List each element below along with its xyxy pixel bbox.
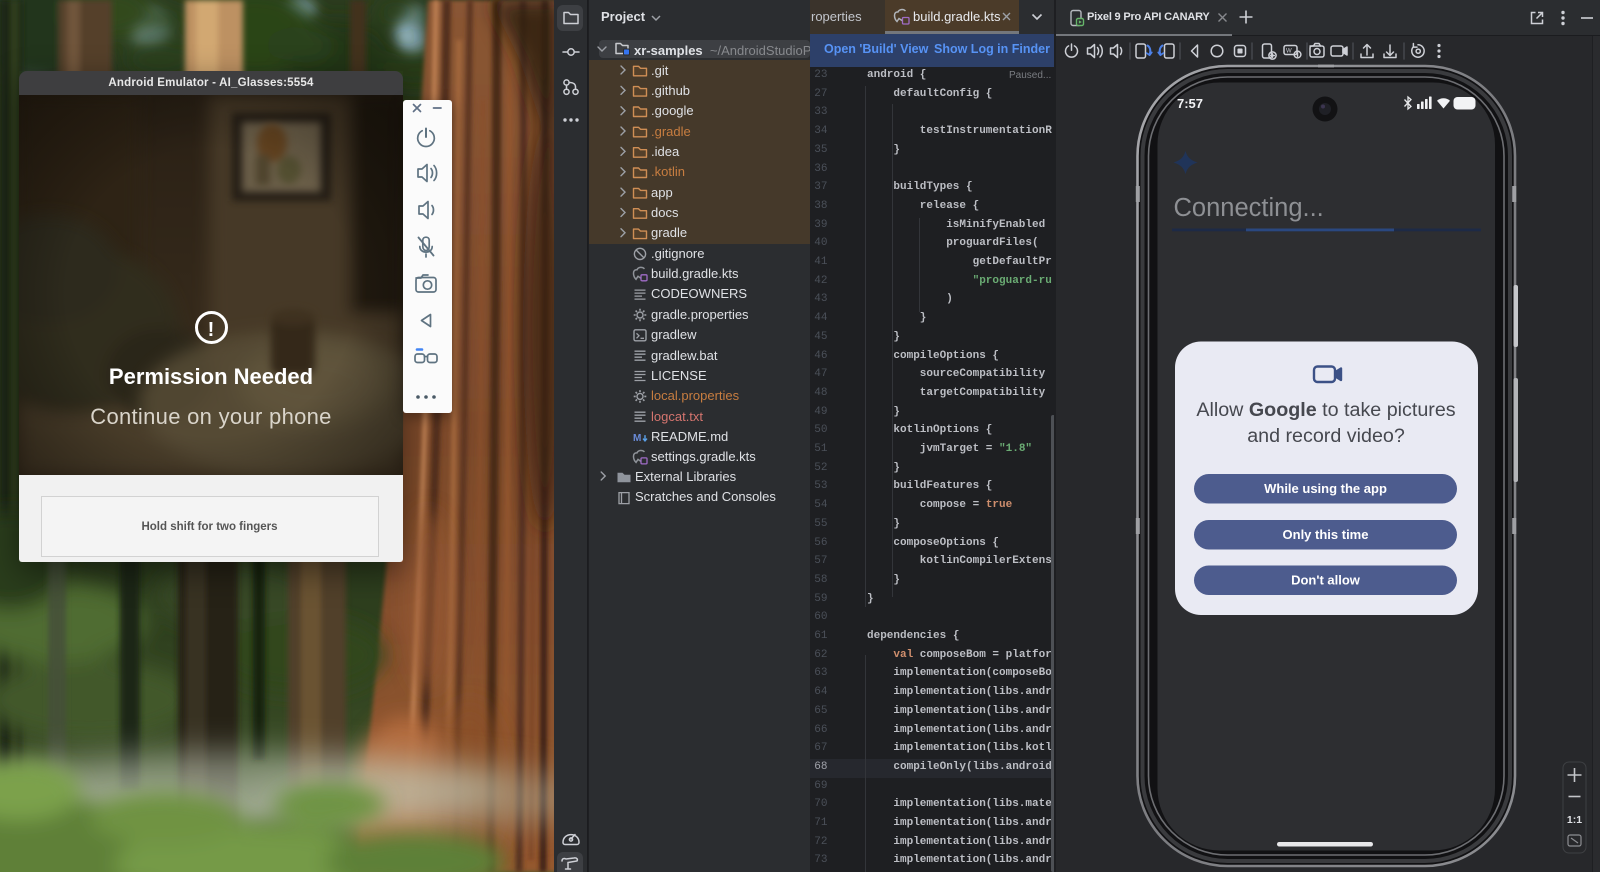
svg-text:1:1: 1:1 xyxy=(1567,814,1582,826)
svg-text:Only this time: Only this time xyxy=(1283,527,1369,542)
svg-text:Allow Google to take pictures: Allow Google to take pictures xyxy=(1196,399,1455,421)
svg-text:Don't allow: Don't allow xyxy=(1291,573,1361,588)
svg-text:Connecting...: Connecting... xyxy=(1174,194,1324,222)
svg-text:While using the app: While using the app xyxy=(1264,481,1387,496)
svg-text:and record video?: and record video? xyxy=(1247,425,1405,447)
svg-text:7:57: 7:57 xyxy=(1177,96,1203,111)
